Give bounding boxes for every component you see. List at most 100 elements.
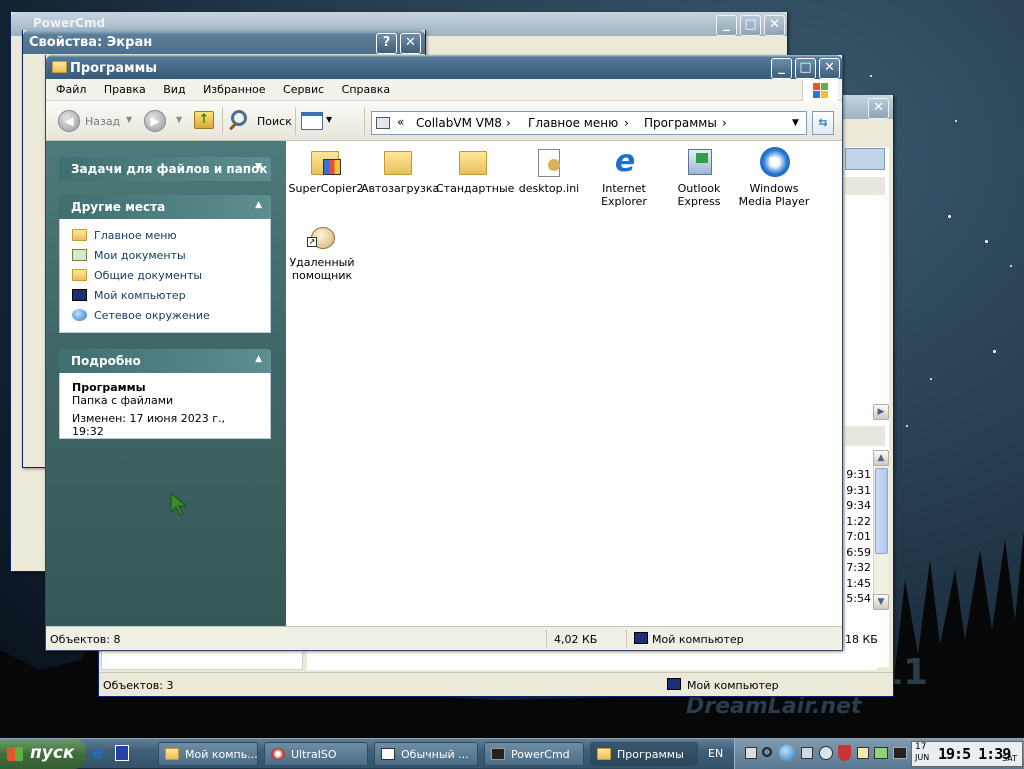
link-my-computer[interactable]: Мой компьютер [72,285,258,305]
menu-help[interactable]: Справка [342,83,390,96]
details-header[interactable]: Подробно ▲ [59,349,271,373]
address-separator-icon[interactable]: › [624,116,629,130]
views-icon[interactable] [301,112,323,130]
file-item[interactable]: desktop.ini [511,147,587,195]
task-programs[interactable]: Программы [590,742,698,766]
file-item[interactable]: ▶ Windows Media Player [736,147,812,208]
collapse-icon[interactable]: ▲ [255,200,262,210]
tray-icon[interactable] [819,746,833,760]
tray-icon[interactable] [874,747,888,759]
address-dropdown-icon[interactable]: ▼ [792,118,799,128]
explorer-titlebar[interactable]: Программы _ □ ✕ [46,55,842,79]
help-button[interactable]: ? [376,33,397,54]
task-pane: Задачи для файлов и папок ▼ Другие места… [46,141,286,626]
link-shared-documents[interactable]: Общие документы [72,265,258,285]
file-item[interactable]: Стандартные [436,147,514,195]
back-button-label[interactable]: Назад [85,115,120,128]
tray-icon[interactable] [893,747,907,759]
address-chevron[interactable]: « [397,115,404,129]
taskbar: пуск e Мой компь... UltraISO Обычный ...… [0,738,1024,769]
address-segment[interactable]: Главное меню [528,116,618,130]
file-item[interactable]: ↗ Удаленный помощник [284,221,360,282]
other-places-header[interactable]: Другие места ▲ [59,195,271,219]
status-location: Мой компьютер [687,679,779,692]
task-my-computer[interactable]: Мой компь... [158,742,258,766]
address-segment[interactable]: Программы [644,116,717,130]
address-separator-icon[interactable]: › [506,116,511,130]
scroll-right-arrow[interactable]: ▶ [873,404,889,420]
mouse-cursor [170,492,188,516]
status-size: 4,02 КБ [554,633,598,646]
system-tray: 17 JUN 19:5 1:39 SAT [734,739,1024,769]
language-indicator[interactable]: EN [708,747,723,760]
scroll-down-arrow[interactable]: ▼ [873,594,889,610]
back-dropdown-icon[interactable]: ▼ [126,115,132,124]
close-button[interactable]: ✕ [868,98,889,119]
tasks-panel-header[interactable]: Задачи для файлов и папок ▼ [59,157,271,181]
ie-quicklaunch-icon[interactable]: e [92,745,108,761]
expand-icon[interactable]: ▼ [255,162,262,172]
quicklaunch-icon[interactable] [115,745,129,761]
remote-assistant-icon: ↗ [305,221,339,253]
address-separator-icon[interactable]: › [722,116,727,130]
toolbar-separator [364,107,365,135]
status-location: Мой компьютер [652,633,744,646]
menu-favorites[interactable]: Избранное [203,83,265,96]
task-notepad[interactable]: Обычный ... [374,742,478,766]
file-list[interactable]: SuperCopier2 Автозагрузка Стандартные de… [286,141,842,626]
task-ultraiso[interactable]: UltraISO [264,742,368,766]
link-network[interactable]: Сетевое окружение [72,305,258,325]
details-title: Подробно [71,354,141,368]
toolbar: ◀ Назад ▼ ▶ ▼ ↑ Поиск ▼ « CollabVM VM8 ›… [46,101,842,141]
tasks-panel[interactable]: Задачи для файлов и папок ▼ [59,157,271,181]
details-panel: Подробно ▲ Программы Папка с файлами Изм… [59,349,271,439]
collapse-icon[interactable]: ▲ [255,354,262,364]
link-my-documents[interactable]: Мои документы [72,245,258,265]
back-window-scrollbar[interactable]: ▲ ▼ [873,450,889,610]
file-item[interactable]: Outlook Express [661,147,737,208]
minimize-button[interactable]: _ [716,15,737,36]
file-item[interactable]: e Internet Explorer [586,147,662,209]
tray-icon[interactable] [801,747,813,759]
file-label: Windows Media Player [738,182,810,208]
display-properties-titlebar[interactable]: Свойства: Экран ? ✕ [23,30,425,54]
back-arrow-icon[interactable]: ◀ [58,110,80,132]
maximize-button[interactable]: □ [740,15,761,36]
views-dropdown-icon[interactable]: ▼ [326,115,332,124]
address-computer-icon [376,117,390,129]
file-item[interactable]: Автозагрузка [361,147,439,195]
forward-arrow-icon[interactable]: ▶ [144,110,166,132]
scroll-up-arrow[interactable]: ▲ [873,450,889,466]
search-icon[interactable] [762,747,772,757]
menu-tools[interactable]: Сервис [283,83,324,96]
close-button[interactable]: ✕ [819,58,840,79]
close-button[interactable]: ✕ [764,15,785,36]
clock[interactable]: 17 JUN 19:5 1:39 SAT [911,741,1023,767]
menu-edit[interactable]: Правка [104,83,146,96]
minimize-button[interactable]: _ [771,58,792,79]
shield-icon[interactable] [838,745,851,761]
other-places-body: Главное меню Мои документы Общие докумен… [59,219,271,333]
status-count: Объектов: 3 [103,679,174,692]
link-start-menu[interactable]: Главное меню [72,225,258,245]
search-button-label[interactable]: Поиск [257,115,292,128]
folder-up-icon[interactable]: ↑ [194,111,214,129]
forward-dropdown-icon[interactable]: ▼ [176,115,182,124]
file-item[interactable]: SuperCopier2 [288,147,364,195]
task-powercmd[interactable]: PowerCmd [484,742,584,766]
menu-file[interactable]: Файл [56,83,86,96]
refresh-icon[interactable]: ⇆ [812,111,834,135]
status-divider [546,630,547,647]
start-button[interactable]: пуск [0,739,86,769]
address-segment[interactable]: CollabVM VM8 [416,116,502,130]
back-window-statusbar: Объектов: 3 Мой компьютер [99,672,893,696]
tray-icon[interactable] [857,747,869,759]
close-button[interactable]: ✕ [400,33,421,54]
network-globe-icon[interactable] [779,745,795,761]
address-bar[interactable]: « CollabVM VM8 › Главное меню › Программ… [371,111,807,135]
menu-view[interactable]: Вид [163,83,185,96]
maximize-button[interactable]: □ [795,58,816,79]
tray-icon[interactable] [745,747,757,759]
explorer-window[interactable]: Программы _ □ ✕ Файл Правка Вид Избранно… [45,55,843,651]
scroll-thumb[interactable] [875,468,888,554]
